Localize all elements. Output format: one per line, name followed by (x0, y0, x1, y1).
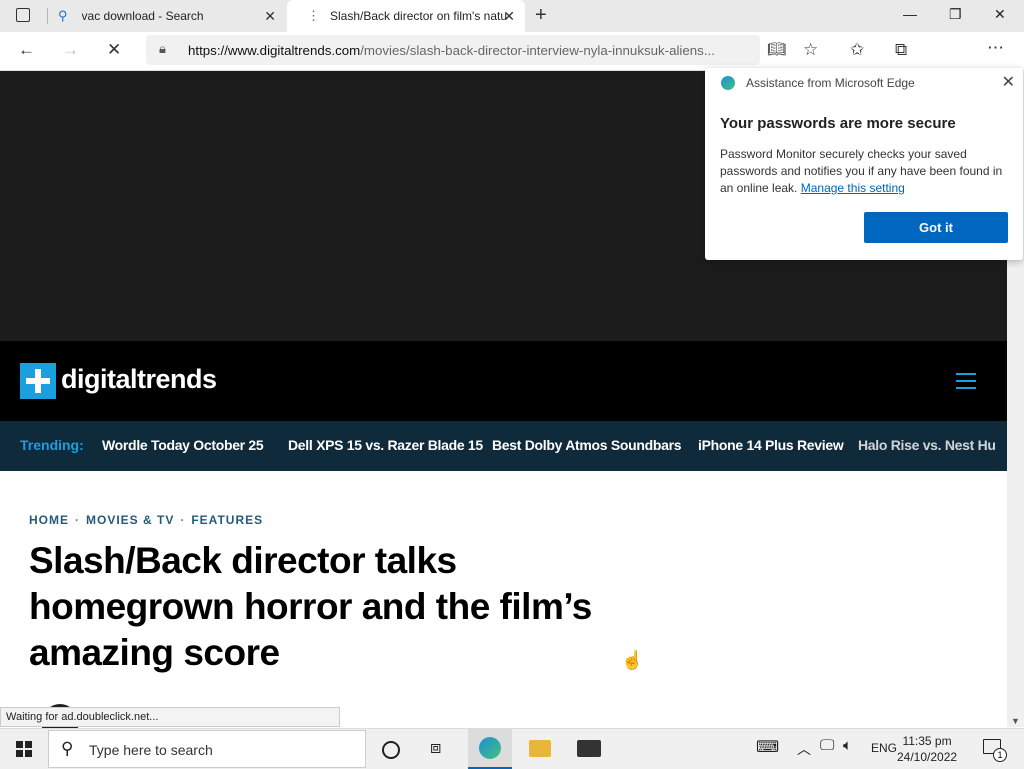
taskbar: ⚲ Type here to search ⧈ ⌨ ︿ 🖵︎ 🔈︎ ENG 11… (0, 728, 1024, 769)
menu-icon[interactable] (956, 373, 976, 394)
time: 11:35 pm (902, 734, 952, 748)
add-favorite-icon[interactable]: ☆ (803, 40, 818, 60)
url-text: https://www.digitaltrends.com/movies/sla… (188, 43, 715, 58)
lock-icon[interactable]: 🔒︎ (159, 41, 166, 57)
breadcrumb: HOME · MOVIES & TV · FEATURES (29, 513, 264, 527)
language-indicator[interactable]: ENG (871, 741, 897, 755)
trending-bar: Trending: Wordle Today October 25 Dell X… (0, 421, 1007, 471)
tab-title: Slash/Back director on film's natu (330, 9, 508, 23)
logo-mark[interactable] (20, 363, 56, 399)
network-icon[interactable]: 🖵︎ (820, 737, 834, 754)
popup-header: Assistance from Microsoft Edge (746, 76, 915, 90)
site-header: digitaltrends (0, 341, 1007, 421)
site-logo[interactable]: digitaltrends (61, 364, 217, 395)
trending-link[interactable]: Best Dolby Atmos Soundbars (492, 437, 682, 453)
clock[interactable]: 11:35 pm 24/10/2022 (897, 733, 957, 765)
close-tab-icon[interactable]: ✕ (264, 8, 276, 25)
breadcrumb-movies[interactable]: MOVIES & TV (86, 513, 174, 527)
hand-cursor-icon: ☝ (621, 650, 644, 670)
show-hidden-icon[interactable]: ︿ (797, 739, 811, 759)
restore-button[interactable]: ❐ (949, 6, 962, 23)
edge-taskbar-icon[interactable] (468, 729, 512, 769)
new-tab-button[interactable]: + (535, 4, 547, 27)
breadcrumb-home[interactable]: HOME (29, 513, 69, 527)
stop-icon[interactable]: ✕ (107, 40, 121, 60)
browser-toolbar: ← → ✕ 🔒︎ https://www.digitaltrends.com/m… (0, 32, 1024, 93)
volume-icon[interactable]: 🔈︎ (843, 737, 852, 754)
trending-label: Trending: (20, 437, 84, 453)
password-monitor-popup: Assistance from Microsoft Edge ✕ Your pa… (705, 68, 1023, 260)
edge-icon (721, 76, 735, 90)
tab-strip: ⚲ vac download - Search ✕ ⋮ Slash/Back d… (0, 0, 1024, 32)
windows-start-icon[interactable] (16, 741, 32, 762)
reader-icon[interactable]: 📖︎ (767, 40, 786, 58)
favorites-icon[interactable]: ✩ (850, 40, 864, 60)
trending-link[interactable]: iPhone 14 Plus Review (698, 437, 844, 453)
trending-link[interactable]: Halo Rise vs. Nest Hu (858, 437, 996, 453)
status-bar: Waiting for ad.doubleclick.net... (0, 707, 340, 727)
minimize-button[interactable]: — (903, 6, 917, 22)
mail-icon[interactable] (577, 740, 601, 757)
cortana-icon[interactable] (382, 741, 400, 759)
close-icon[interactable]: ✕ (1002, 72, 1015, 92)
search-placeholder: Type here to search (89, 742, 213, 758)
date: 24/10/2022 (897, 750, 958, 764)
tab-actions-icon[interactable] (16, 8, 30, 22)
tab-active[interactable]: ⋮ Slash/Back director on film's natu ✕ (287, 0, 525, 32)
file-explorer-icon[interactable] (529, 740, 551, 757)
popup-body: Password Monitor securely checks your sa… (720, 147, 1003, 195)
got-it-button[interactable]: Got it (864, 212, 1008, 243)
close-tab-icon[interactable]: ✕ (503, 8, 515, 25)
tab-search[interactable]: ⚲ vac download - Search ✕ (48, 0, 286, 32)
virtual-keyboard-icon[interactable]: ⌨ (756, 737, 779, 757)
close-window-button[interactable]: ✕ (994, 6, 1006, 23)
tab-title: vac download - Search (81, 9, 204, 23)
back-icon[interactable]: ← (18, 40, 35, 60)
manage-setting-link[interactable]: Manage this setting (801, 181, 905, 195)
search-icon: ⚲ (58, 8, 68, 23)
trending-link[interactable]: Dell XPS 15 vs. Razer Blade 15 (288, 437, 483, 453)
scroll-down-icon[interactable]: ▼ (1011, 716, 1020, 726)
loading-icon: ⋮ (307, 8, 320, 23)
collections-icon[interactable]: ⧉ (895, 40, 907, 60)
trending-link[interactable]: Wordle Today October 25 (102, 437, 264, 453)
address-bar[interactable]: 🔒︎ https://www.digitaltrends.com/movies/… (146, 35, 760, 65)
task-view-icon[interactable]: ⧈ (430, 737, 441, 758)
search-icon: ⚲ (61, 739, 74, 758)
article-headline: Slash/Back director talks homegrown horr… (29, 540, 592, 673)
forward-icon[interactable]: → (62, 40, 79, 60)
popup-title: Your passwords are more secure (720, 115, 956, 132)
breadcrumb-features[interactable]: FEATURES (191, 513, 263, 527)
notification-count: 1 (993, 748, 1007, 762)
more-icon[interactable]: ⋯ (987, 38, 1004, 58)
taskbar-search[interactable]: ⚲ Type here to search (48, 730, 366, 768)
